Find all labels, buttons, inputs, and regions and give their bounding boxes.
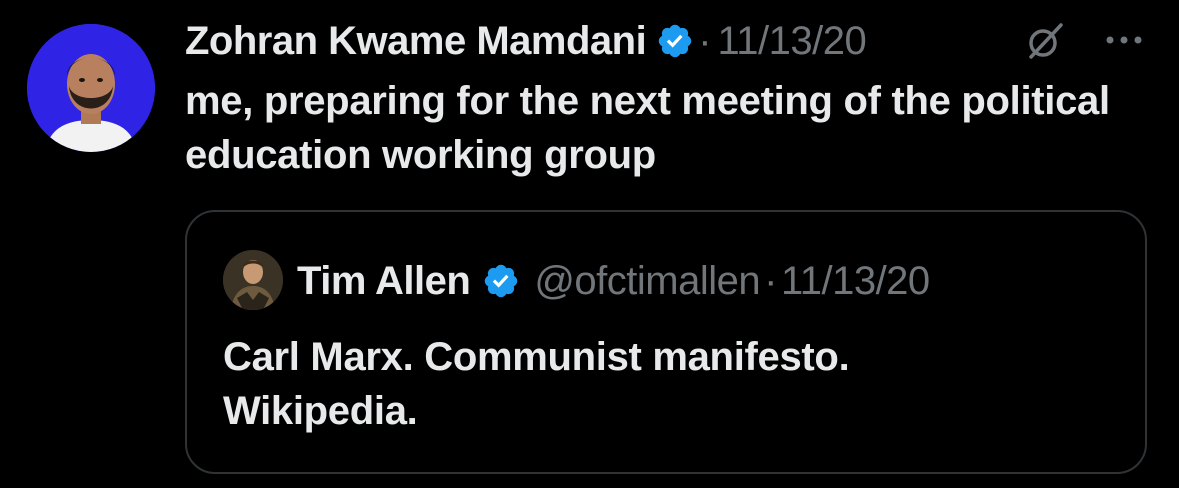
author-name[interactable]: Zohran Kwame Mamdani — [185, 14, 647, 68]
quoted-tweet-date[interactable]: 11/13/20 — [781, 254, 930, 308]
tweet-date[interactable]: 11/13/20 — [718, 14, 867, 68]
quoted-author-name[interactable]: Tim Allen — [297, 254, 471, 308]
header-separator: · — [698, 19, 712, 63]
quoted-tweet-text-line: Carl Marx. Communist manifesto. — [223, 335, 850, 379]
quoted-tweet-text: Carl Marx. Communist manifesto. Wikipedi… — [223, 330, 1123, 438]
more-options-icon[interactable] — [1102, 28, 1146, 52]
verified-badge-icon — [656, 22, 694, 60]
quoted-tweet[interactable]: Tim Allen @ofctimallen · 11/13/20 Carl M… — [185, 210, 1147, 474]
quoted-author-avatar[interactable] — [223, 250, 283, 310]
quoted-header-separator: · — [764, 259, 777, 303]
tweet-text: me, preparing for the next meeting of th… — [185, 79, 1110, 177]
grok-icon[interactable] — [1025, 21, 1065, 61]
quoted-tweet-text-line: Wikipedia. — [223, 389, 418, 433]
quoted-tweet-header: Tim Allen @ofctimallen · 11/13/20 — [297, 254, 930, 308]
author-avatar[interactable] — [27, 24, 155, 152]
quoted-author-handle[interactable]: @ofctimallen — [534, 254, 760, 308]
verified-badge-icon — [482, 262, 520, 300]
tweet-header: Zohran Kwame Mamdani · 11/13/20 — [185, 14, 867, 68]
